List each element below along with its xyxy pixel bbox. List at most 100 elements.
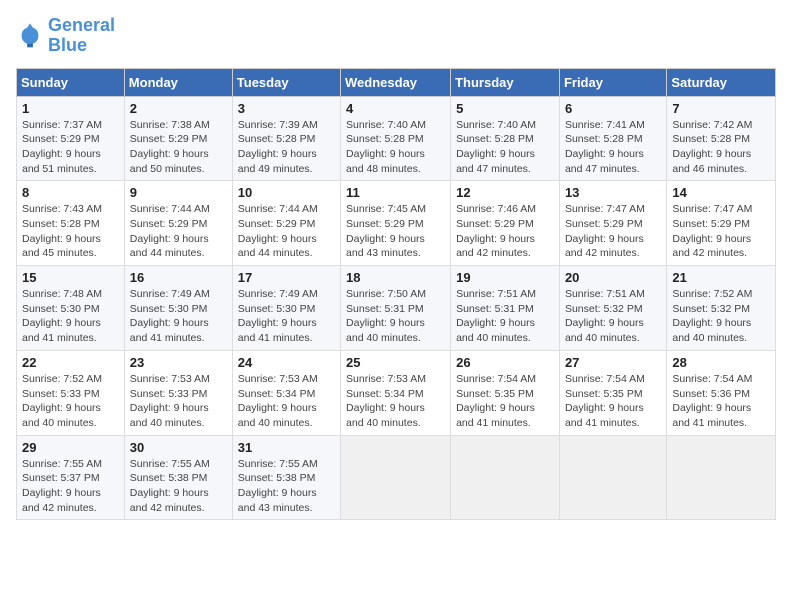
day-number: 5 xyxy=(456,101,554,116)
calendar-week-row: 29 Sunrise: 7:55 AM Sunset: 5:37 PM Dayl… xyxy=(17,435,776,520)
col-saturday: Saturday xyxy=(667,68,776,96)
day-number: 3 xyxy=(238,101,335,116)
day-number: 15 xyxy=(22,270,119,285)
day-info: Sunrise: 7:48 AM Sunset: 5:30 PM Dayligh… xyxy=(22,287,119,346)
day-info: Sunrise: 7:42 AM Sunset: 5:28 PM Dayligh… xyxy=(672,118,770,177)
day-info: Sunrise: 7:50 AM Sunset: 5:31 PM Dayligh… xyxy=(346,287,445,346)
col-tuesday: Tuesday xyxy=(232,68,340,96)
calendar-cell: 13 Sunrise: 7:47 AM Sunset: 5:29 PM Dayl… xyxy=(559,181,666,266)
day-number: 29 xyxy=(22,440,119,455)
calendar-cell: 1 Sunrise: 7:37 AM Sunset: 5:29 PM Dayli… xyxy=(17,96,125,181)
day-number: 1 xyxy=(22,101,119,116)
calendar-cell: 4 Sunrise: 7:40 AM Sunset: 5:28 PM Dayli… xyxy=(341,96,451,181)
day-number: 16 xyxy=(130,270,227,285)
calendar-cell: 7 Sunrise: 7:42 AM Sunset: 5:28 PM Dayli… xyxy=(667,96,776,181)
calendar-cell: 8 Sunrise: 7:43 AM Sunset: 5:28 PM Dayli… xyxy=(17,181,125,266)
calendar-week-row: 22 Sunrise: 7:52 AM Sunset: 5:33 PM Dayl… xyxy=(17,350,776,435)
day-info: Sunrise: 7:51 AM Sunset: 5:32 PM Dayligh… xyxy=(565,287,661,346)
col-monday: Monday xyxy=(124,68,232,96)
day-number: 4 xyxy=(346,101,445,116)
day-info: Sunrise: 7:52 AM Sunset: 5:33 PM Dayligh… xyxy=(22,372,119,431)
day-number: 22 xyxy=(22,355,119,370)
calendar-cell: 30 Sunrise: 7:55 AM Sunset: 5:38 PM Dayl… xyxy=(124,435,232,520)
calendar-week-row: 8 Sunrise: 7:43 AM Sunset: 5:28 PM Dayli… xyxy=(17,181,776,266)
col-sunday: Sunday xyxy=(17,68,125,96)
calendar-cell: 23 Sunrise: 7:53 AM Sunset: 5:33 PM Dayl… xyxy=(124,350,232,435)
calendar-cell: 19 Sunrise: 7:51 AM Sunset: 5:31 PM Dayl… xyxy=(451,266,560,351)
calendar-cell: 9 Sunrise: 7:44 AM Sunset: 5:29 PM Dayli… xyxy=(124,181,232,266)
col-thursday: Thursday xyxy=(451,68,560,96)
calendar-cell: 25 Sunrise: 7:53 AM Sunset: 5:34 PM Dayl… xyxy=(341,350,451,435)
day-number: 25 xyxy=(346,355,445,370)
page-header: General Blue xyxy=(16,16,776,56)
day-info: Sunrise: 7:51 AM Sunset: 5:31 PM Dayligh… xyxy=(456,287,554,346)
day-info: Sunrise: 7:37 AM Sunset: 5:29 PM Dayligh… xyxy=(22,118,119,177)
day-info: Sunrise: 7:55 AM Sunset: 5:38 PM Dayligh… xyxy=(130,457,227,516)
day-info: Sunrise: 7:43 AM Sunset: 5:28 PM Dayligh… xyxy=(22,202,119,261)
day-number: 17 xyxy=(238,270,335,285)
calendar-cell: 24 Sunrise: 7:53 AM Sunset: 5:34 PM Dayl… xyxy=(232,350,340,435)
logo-text: General Blue xyxy=(48,16,115,56)
day-number: 20 xyxy=(565,270,661,285)
day-number: 19 xyxy=(456,270,554,285)
calendar-cell xyxy=(559,435,666,520)
calendar-cell: 14 Sunrise: 7:47 AM Sunset: 5:29 PM Dayl… xyxy=(667,181,776,266)
day-info: Sunrise: 7:54 AM Sunset: 5:35 PM Dayligh… xyxy=(456,372,554,431)
day-info: Sunrise: 7:53 AM Sunset: 5:33 PM Dayligh… xyxy=(130,372,227,431)
day-info: Sunrise: 7:47 AM Sunset: 5:29 PM Dayligh… xyxy=(565,202,661,261)
day-info: Sunrise: 7:39 AM Sunset: 5:28 PM Dayligh… xyxy=(238,118,335,177)
logo: General Blue xyxy=(16,16,115,56)
calendar-cell xyxy=(451,435,560,520)
calendar-cell: 28 Sunrise: 7:54 AM Sunset: 5:36 PM Dayl… xyxy=(667,350,776,435)
calendar-cell: 5 Sunrise: 7:40 AM Sunset: 5:28 PM Dayli… xyxy=(451,96,560,181)
day-number: 8 xyxy=(22,185,119,200)
day-info: Sunrise: 7:47 AM Sunset: 5:29 PM Dayligh… xyxy=(672,202,770,261)
calendar-cell: 11 Sunrise: 7:45 AM Sunset: 5:29 PM Dayl… xyxy=(341,181,451,266)
day-info: Sunrise: 7:55 AM Sunset: 5:38 PM Dayligh… xyxy=(238,457,335,516)
calendar-cell: 22 Sunrise: 7:52 AM Sunset: 5:33 PM Dayl… xyxy=(17,350,125,435)
calendar-cell: 16 Sunrise: 7:49 AM Sunset: 5:30 PM Dayl… xyxy=(124,266,232,351)
calendar-cell: 15 Sunrise: 7:48 AM Sunset: 5:30 PM Dayl… xyxy=(17,266,125,351)
day-info: Sunrise: 7:49 AM Sunset: 5:30 PM Dayligh… xyxy=(238,287,335,346)
col-wednesday: Wednesday xyxy=(341,68,451,96)
day-info: Sunrise: 7:54 AM Sunset: 5:35 PM Dayligh… xyxy=(565,372,661,431)
day-number: 31 xyxy=(238,440,335,455)
calendar-cell: 10 Sunrise: 7:44 AM Sunset: 5:29 PM Dayl… xyxy=(232,181,340,266)
col-friday: Friday xyxy=(559,68,666,96)
calendar-cell: 20 Sunrise: 7:51 AM Sunset: 5:32 PM Dayl… xyxy=(559,266,666,351)
calendar-cell: 3 Sunrise: 7:39 AM Sunset: 5:28 PM Dayli… xyxy=(232,96,340,181)
day-info: Sunrise: 7:55 AM Sunset: 5:37 PM Dayligh… xyxy=(22,457,119,516)
day-info: Sunrise: 7:44 AM Sunset: 5:29 PM Dayligh… xyxy=(130,202,227,261)
day-info: Sunrise: 7:41 AM Sunset: 5:28 PM Dayligh… xyxy=(565,118,661,177)
calendar-cell: 2 Sunrise: 7:38 AM Sunset: 5:29 PM Dayli… xyxy=(124,96,232,181)
day-info: Sunrise: 7:38 AM Sunset: 5:29 PM Dayligh… xyxy=(130,118,227,177)
day-number: 11 xyxy=(346,185,445,200)
day-number: 7 xyxy=(672,101,770,116)
calendar-cell: 21 Sunrise: 7:52 AM Sunset: 5:32 PM Dayl… xyxy=(667,266,776,351)
day-number: 6 xyxy=(565,101,661,116)
calendar-cell xyxy=(341,435,451,520)
calendar-cell xyxy=(667,435,776,520)
day-number: 10 xyxy=(238,185,335,200)
day-number: 23 xyxy=(130,355,227,370)
day-info: Sunrise: 7:53 AM Sunset: 5:34 PM Dayligh… xyxy=(238,372,335,431)
calendar-cell: 27 Sunrise: 7:54 AM Sunset: 5:35 PM Dayl… xyxy=(559,350,666,435)
day-number: 21 xyxy=(672,270,770,285)
logo-icon xyxy=(16,22,44,50)
calendar-cell: 31 Sunrise: 7:55 AM Sunset: 5:38 PM Dayl… xyxy=(232,435,340,520)
calendar-week-row: 15 Sunrise: 7:48 AM Sunset: 5:30 PM Dayl… xyxy=(17,266,776,351)
calendar-week-row: 1 Sunrise: 7:37 AM Sunset: 5:29 PM Dayli… xyxy=(17,96,776,181)
day-number: 2 xyxy=(130,101,227,116)
day-number: 13 xyxy=(565,185,661,200)
day-number: 26 xyxy=(456,355,554,370)
calendar-cell: 18 Sunrise: 7:50 AM Sunset: 5:31 PM Dayl… xyxy=(341,266,451,351)
day-number: 18 xyxy=(346,270,445,285)
day-info: Sunrise: 7:45 AM Sunset: 5:29 PM Dayligh… xyxy=(346,202,445,261)
calendar-cell: 6 Sunrise: 7:41 AM Sunset: 5:28 PM Dayli… xyxy=(559,96,666,181)
day-info: Sunrise: 7:40 AM Sunset: 5:28 PM Dayligh… xyxy=(456,118,554,177)
calendar-cell: 26 Sunrise: 7:54 AM Sunset: 5:35 PM Dayl… xyxy=(451,350,560,435)
day-number: 12 xyxy=(456,185,554,200)
day-info: Sunrise: 7:53 AM Sunset: 5:34 PM Dayligh… xyxy=(346,372,445,431)
day-number: 28 xyxy=(672,355,770,370)
calendar-table: Sunday Monday Tuesday Wednesday Thursday… xyxy=(16,68,776,521)
